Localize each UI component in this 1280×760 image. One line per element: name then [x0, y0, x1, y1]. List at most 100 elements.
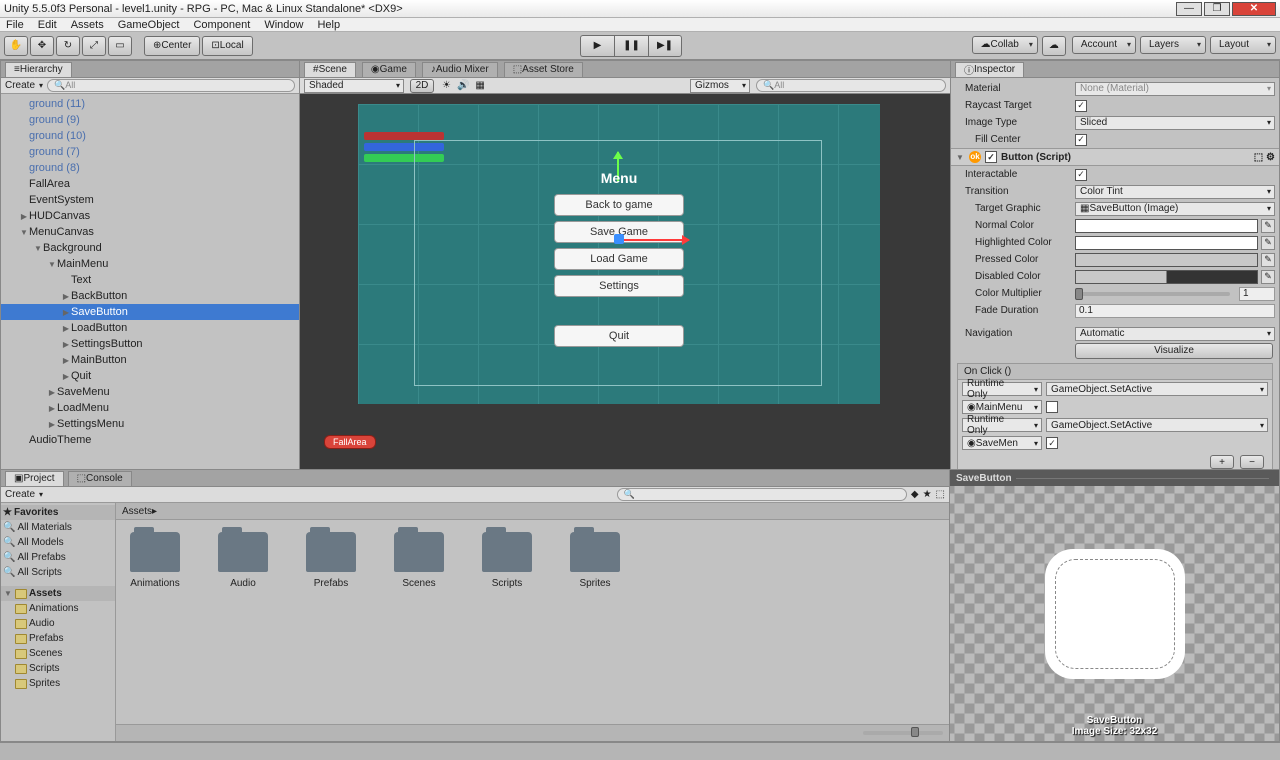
hierarchy-item[interactable]: LoadMenu [1, 400, 299, 416]
menu-component[interactable]: Component [193, 19, 250, 31]
project-tab[interactable]: ▣ Project [5, 471, 64, 486]
fav-models[interactable]: 🔍All Models [1, 535, 115, 550]
scene-view[interactable]: Menu Back to game Save Game Load Game Se… [300, 94, 950, 469]
arg-checkbox-2[interactable] [1046, 437, 1058, 449]
hierarchy-item[interactable]: ground (8) [1, 160, 299, 176]
asset-folder[interactable]: Prefabs [300, 532, 362, 589]
fx-icon[interactable]: ▦ [475, 80, 484, 91]
load-game-button[interactable]: Load Game [554, 248, 684, 270]
menu-gameobject[interactable]: GameObject [118, 19, 180, 31]
step-button[interactable]: ▶❚ [648, 35, 682, 57]
folder-item[interactable]: Prefabs [1, 631, 115, 646]
menu-assets[interactable]: Assets [71, 19, 104, 31]
pivot-local-button[interactable]: ⊡ Local [202, 36, 252, 56]
function-dropdown-2[interactable]: GameObject.SetActive [1046, 418, 1268, 432]
hierarchy-item[interactable]: Quit [1, 368, 299, 384]
targetgraphic-field[interactable]: ▦ SaveButton (Image) [1075, 202, 1275, 216]
maximize-button[interactable]: ❐ [1204, 2, 1230, 16]
asset-folder[interactable]: Audio [212, 532, 274, 589]
highlightedcolor-field[interactable] [1075, 236, 1258, 250]
arg-checkbox-1[interactable] [1046, 401, 1058, 413]
raycast-checkbox[interactable] [1075, 100, 1087, 112]
fav-prefabs[interactable]: 🔍All Prefabs [1, 550, 115, 565]
scene-tab[interactable]: # Scene [304, 62, 356, 77]
cloud-button[interactable]: ☁ [1042, 36, 1066, 56]
account-dropdown[interactable]: Account [1072, 36, 1136, 54]
fadedur-field[interactable]: 0.1 [1075, 304, 1275, 318]
interactable-checkbox[interactable] [1075, 169, 1087, 181]
hierarchy-item[interactable]: MainMenu [1, 256, 299, 272]
hierarchy-item[interactable]: Text [1, 272, 299, 288]
hierarchy-tab[interactable]: ≡ Hierarchy [5, 62, 72, 77]
eyedropper-icon[interactable]: ✎ [1261, 236, 1275, 250]
project-tree[interactable]: ★Favorites 🔍All Materials 🔍All Models 🔍A… [1, 503, 116, 741]
remove-event-button[interactable]: − [1240, 455, 1264, 469]
hierarchy-item[interactable]: FallArea [1, 176, 299, 192]
hierarchy-item[interactable]: LoadButton [1, 320, 299, 336]
colormult-slider[interactable] [1075, 292, 1230, 296]
scale-tool[interactable]: ⤢ [82, 36, 106, 56]
console-tab[interactable]: ⬚ Console [68, 471, 132, 486]
hierarchy-item[interactable]: SaveMenu [1, 384, 299, 400]
fillcenter-checkbox[interactable] [1075, 134, 1087, 146]
eyedropper-icon[interactable]: ✎ [1261, 219, 1275, 233]
normalcolor-field[interactable] [1075, 219, 1258, 233]
hierarchy-create[interactable]: Create [5, 80, 35, 91]
assetstore-tab[interactable]: ⬚ Asset Store [504, 62, 583, 77]
fallarea-label[interactable]: FallArea [324, 435, 376, 449]
folder-item[interactable]: Scenes [1, 646, 115, 661]
function-dropdown-1[interactable]: GameObject.SetActive [1046, 382, 1268, 396]
hierarchy-item[interactable]: MenuCanvas [1, 224, 299, 240]
rect-tool[interactable]: ▭ [108, 36, 132, 56]
menu-file[interactable]: File [6, 19, 24, 31]
minimize-button[interactable]: — [1176, 2, 1202, 16]
breadcrumb[interactable]: Assets ▸ [116, 503, 949, 520]
layout-dropdown[interactable]: Layout [1210, 36, 1276, 54]
button-component-header[interactable]: okButton (Script)⬚ ⚙ [951, 148, 1279, 166]
project-create[interactable]: Create [5, 489, 35, 500]
add-event-button[interactable]: + [1210, 455, 1234, 469]
object-field-1[interactable]: ◉ MainMenu [962, 400, 1042, 414]
runtime-dropdown-1[interactable]: Runtime Only [962, 382, 1042, 396]
hierarchy-item[interactable]: BackButton [1, 288, 299, 304]
hierarchy-item[interactable]: Background [1, 240, 299, 256]
audiomixer-tab[interactable]: ♪ Audio Mixer [422, 62, 498, 77]
asset-folder[interactable]: Scripts [476, 532, 538, 589]
play-button[interactable]: ▶ [580, 35, 614, 57]
rotate-tool[interactable]: ↻ [56, 36, 80, 56]
pause-button[interactable]: ❚❚ [614, 35, 648, 57]
disabledcolor-field[interactable] [1075, 270, 1258, 284]
object-field-2[interactable]: ◉ SaveMen [962, 436, 1042, 450]
hierarchy-item[interactable]: SettingsMenu [1, 416, 299, 432]
hierarchy-item[interactable]: AudioTheme [1, 432, 299, 448]
audio-icon[interactable]: 🔊 [457, 80, 469, 91]
eyedropper-icon[interactable]: ✎ [1261, 270, 1275, 284]
asset-folder[interactable]: Scenes [388, 532, 450, 589]
folder-item[interactable]: Scripts [1, 661, 115, 676]
back-to-game-button[interactable]: Back to game [554, 194, 684, 216]
scene-search[interactable]: 🔍All [756, 79, 946, 92]
transition-dropdown[interactable]: Color Tint [1075, 185, 1275, 199]
hierarchy-item[interactable]: SaveButton [1, 304, 299, 320]
navigation-dropdown[interactable]: Automatic [1075, 327, 1275, 341]
layers-dropdown[interactable]: Layers [1140, 36, 1206, 54]
hierarchy-item[interactable]: ground (10) [1, 128, 299, 144]
quit-button[interactable]: Quit [554, 325, 684, 347]
center-handle[interactable] [614, 234, 624, 244]
visualize-button[interactable]: Visualize [1075, 343, 1273, 359]
shaded-dropdown[interactable]: Shaded [304, 79, 404, 93]
folder-item[interactable]: Sprites [1, 676, 115, 691]
pressedcolor-field[interactable] [1075, 253, 1258, 267]
runtime-dropdown-2[interactable]: Runtime Only [962, 418, 1042, 432]
menu-edit[interactable]: Edit [38, 19, 57, 31]
hand-tool[interactable]: ✋ [4, 36, 28, 56]
collab-dropdown[interactable]: ☁ Collab [972, 36, 1038, 54]
move-tool[interactable]: ✥ [30, 36, 54, 56]
settings-button[interactable]: Settings [554, 275, 684, 297]
hierarchy-item[interactable]: SettingsButton [1, 336, 299, 352]
hierarchy-item[interactable]: MainButton [1, 352, 299, 368]
asset-folder[interactable]: Sprites [564, 532, 626, 589]
asset-folder[interactable]: Animations [124, 532, 186, 589]
hierarchy-item[interactable]: ground (7) [1, 144, 299, 160]
fav-scripts[interactable]: 🔍All Scripts [1, 565, 115, 580]
